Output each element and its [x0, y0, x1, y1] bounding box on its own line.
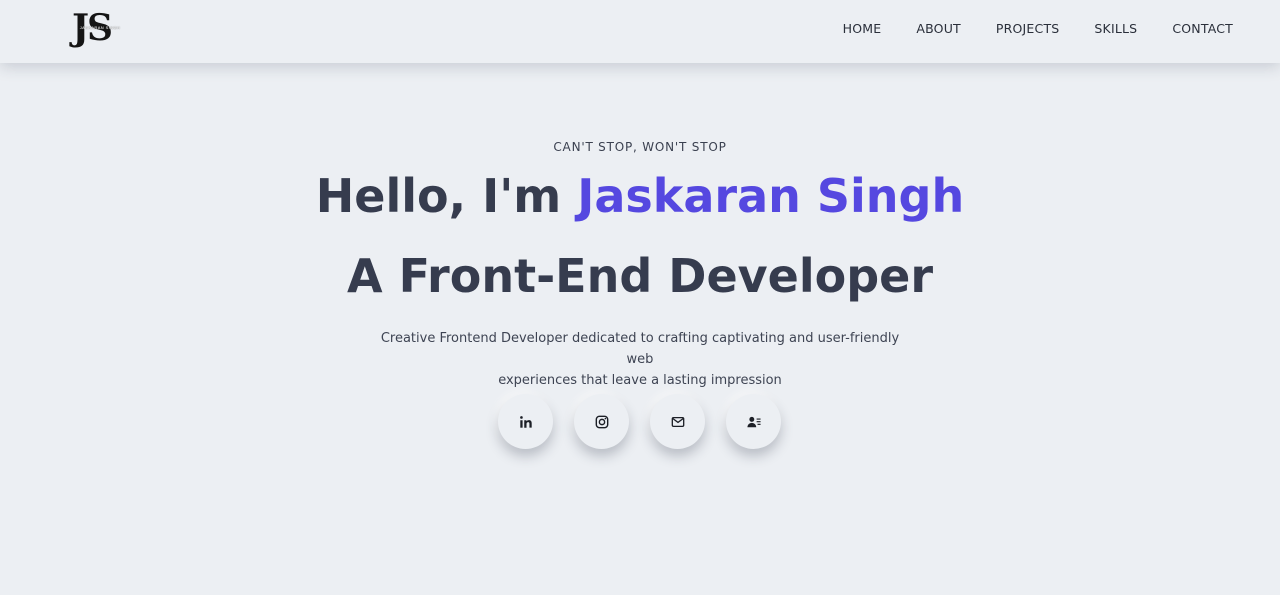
hero-description-line-1: Creative Frontend Developer dedicated to… — [380, 331, 900, 367]
instagram-icon — [595, 415, 608, 428]
mail-icon — [671, 416, 684, 427]
nav-link-home[interactable]: HOME — [843, 21, 882, 36]
logo-subtitle: JASKARAN SINGH — [79, 25, 121, 30]
logo[interactable]: JS JASKARAN SINGH — [70, 7, 130, 49]
social-links — [498, 394, 781, 449]
contact-card-button[interactable] — [726, 394, 781, 449]
hero-headline: Hello, I'm Jaskaran Singh — [0, 163, 1280, 229]
hero-description: Creative Frontend Developer dedicated to… — [370, 328, 910, 391]
hero-description-line-2: experiences that leave a lasting impress… — [498, 373, 782, 388]
hero-greeting: Hello, I'm — [315, 169, 578, 223]
linkedin-icon — [519, 415, 532, 428]
nav-menu: HOME ABOUT PROJECTS SKILLS CONTACT — [843, 21, 1233, 36]
email-button[interactable] — [650, 394, 705, 449]
nav-link-projects[interactable]: PROJECTS — [996, 21, 1060, 36]
nav-link-contact[interactable]: CONTACT — [1172, 21, 1233, 36]
contact-card-icon — [746, 416, 761, 427]
hero-tagline: CAN'T STOP, WON'T STOP — [553, 140, 727, 154]
instagram-button[interactable] — [574, 394, 629, 449]
nav-link-skills[interactable]: SKILLS — [1094, 21, 1137, 36]
navbar: JS JASKARAN SINGH HOME ABOUT PROJECTS SK… — [0, 0, 1280, 63]
hero-role: A Front-End Developer — [346, 249, 934, 303]
hero-name: Jaskaran Singh — [577, 169, 965, 223]
nav-link-about[interactable]: ABOUT — [916, 21, 961, 36]
linkedin-button[interactable] — [498, 394, 553, 449]
